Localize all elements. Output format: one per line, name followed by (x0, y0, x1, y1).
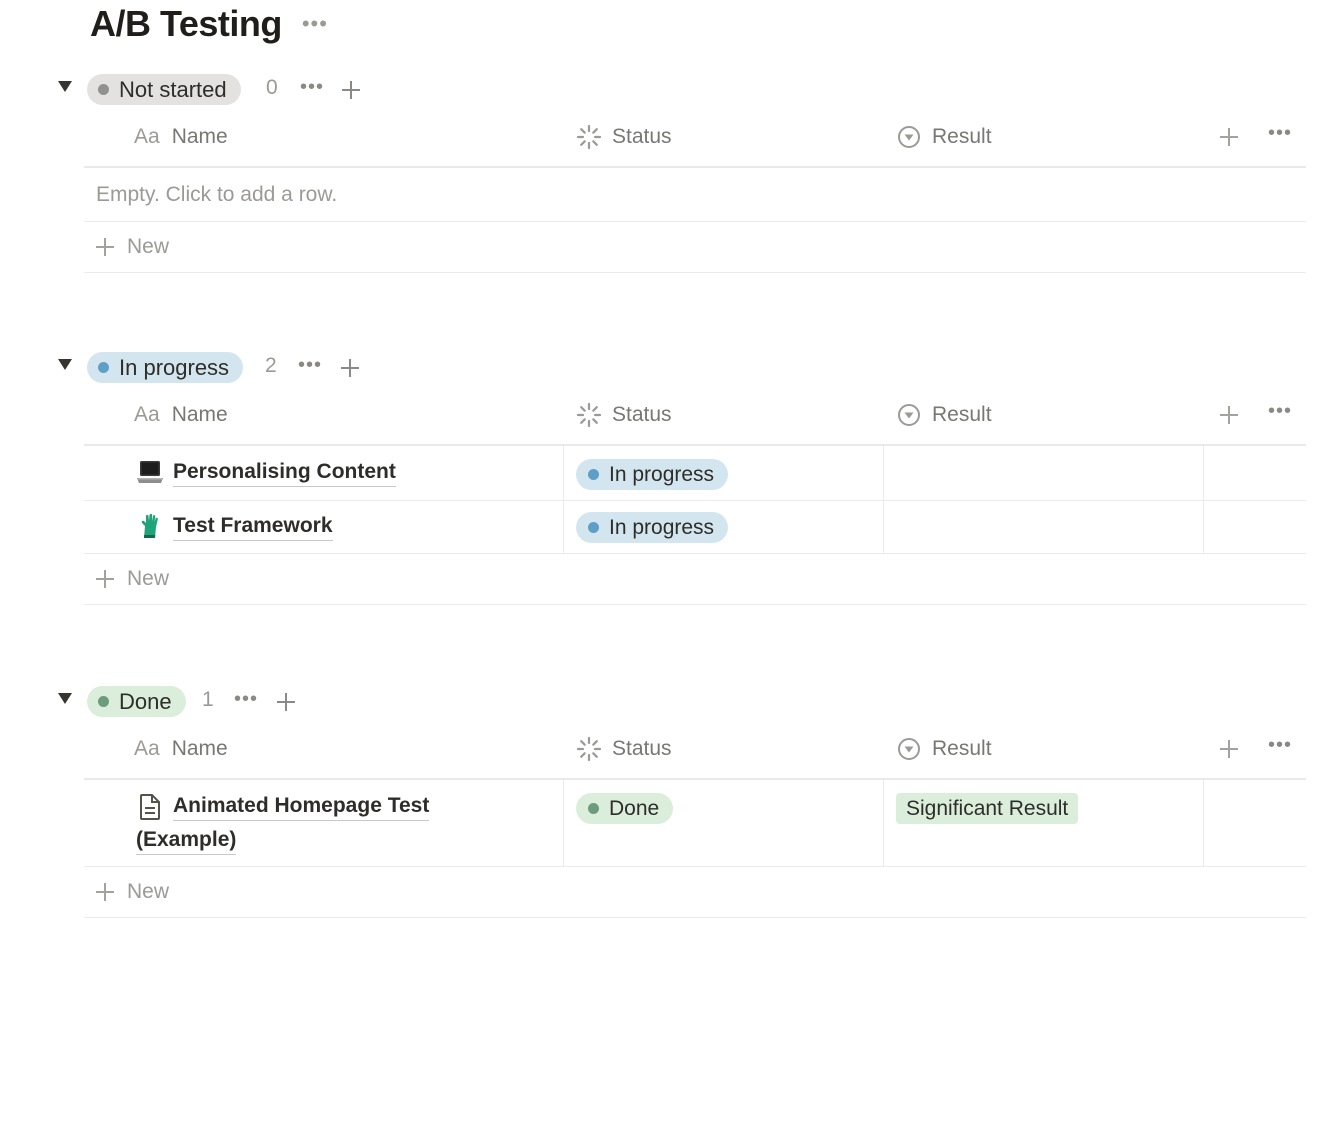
status-label: Done (609, 796, 660, 820)
add-property-icon[interactable] (1220, 406, 1238, 424)
row-name-line1[interactable]: Animated Homepage Test (173, 792, 430, 821)
column-label: Name (171, 737, 228, 760)
group-add-icon[interactable] (277, 693, 295, 711)
column-label: Result (932, 737, 992, 760)
column-header-status[interactable]: Status (576, 386, 672, 444)
group-more-icon[interactable]: ••• (300, 76, 324, 99)
text-type-icon: Aa (134, 737, 160, 760)
row-name-cell: Personalising Content (136, 458, 556, 487)
group-header: Done 1 ••• (0, 684, 600, 718)
table-header: Aa Name Status Result ••• (84, 386, 1306, 446)
column-header-name[interactable]: Aa Name (134, 720, 228, 778)
title-row: A/B Testing ••• (90, 2, 328, 46)
group-more-icon[interactable]: ••• (298, 354, 322, 377)
plus-icon (96, 883, 114, 901)
row-name[interactable]: Personalising Content (173, 458, 396, 487)
text-type-icon: Aa (134, 125, 160, 148)
column-header-result[interactable]: Result (896, 108, 992, 166)
group-label: Done (119, 688, 172, 714)
row-status-pill[interactable]: Done (576, 793, 674, 824)
status-dot (98, 362, 109, 373)
row-name-cell: Animated Homepage Test (Example) (136, 792, 556, 855)
column-header-name[interactable]: Aa Name (134, 386, 228, 444)
column-label: Status (612, 125, 672, 148)
column-label: Name (171, 125, 228, 148)
collapse-caret-icon[interactable] (58, 693, 72, 704)
row-name-line2[interactable]: (Example) (136, 826, 237, 855)
column-label: Result (932, 125, 992, 148)
row-status-pill[interactable]: In progress (576, 459, 729, 490)
plus-icon (96, 570, 114, 588)
add-property-icon[interactable] (1220, 128, 1238, 146)
table-header: Aa Name Status Result ••• (84, 108, 1306, 168)
group-count: 0 (266, 76, 278, 99)
group-header: Not started 0 ••• (0, 72, 600, 106)
status-dot (98, 84, 109, 95)
status-spinner-icon (576, 124, 602, 150)
glove-icon (136, 512, 164, 540)
status-dot (588, 522, 599, 533)
plus-icon (96, 238, 114, 256)
new-row-button[interactable]: New (84, 867, 1306, 918)
select-type-icon (896, 402, 922, 428)
table-row[interactable]: Test Framework In progress (84, 501, 1306, 554)
status-label: In progress (609, 462, 715, 486)
column-label: Status (612, 403, 672, 426)
column-label: Status (612, 737, 672, 760)
page-title: A/B Testing (90, 3, 282, 44)
text-type-icon: Aa (134, 403, 160, 426)
table-more-icon[interactable]: ••• (1268, 400, 1292, 423)
table-row[interactable]: Animated Homepage Test (Example) Done Si… (84, 780, 1306, 867)
group-table: Aa Name Status Result ••• (84, 720, 1306, 918)
column-label: Name (171, 403, 228, 426)
group-add-icon[interactable] (341, 359, 359, 377)
group-header: In progress 2 ••• (0, 350, 600, 384)
new-label: New (127, 880, 170, 903)
status-dot (588, 803, 599, 814)
column-header-result[interactable]: Result (896, 720, 992, 778)
select-type-icon (896, 736, 922, 762)
new-label: New (127, 235, 170, 258)
table-more-icon[interactable]: ••• (1268, 734, 1292, 757)
status-spinner-icon (576, 402, 602, 428)
group-label-pill[interactable]: Done (87, 686, 186, 717)
select-type-icon (896, 124, 922, 150)
row-name-cell: Test Framework (136, 512, 556, 541)
table-more-icon[interactable]: ••• (1268, 122, 1292, 145)
group-count: 2 (265, 354, 277, 377)
status-label: In progress (609, 515, 715, 539)
status-dot (98, 696, 109, 707)
column-header-status[interactable]: Status (576, 720, 672, 778)
column-header-status[interactable]: Status (576, 108, 672, 166)
table-header: Aa Name Status Result ••• (84, 720, 1306, 780)
new-row-button[interactable]: New (84, 222, 1306, 273)
group-table: Aa Name Status Result ••• Empty. Click t… (84, 108, 1306, 273)
column-header-result[interactable]: Result (896, 386, 992, 444)
laptop-icon (136, 458, 164, 486)
group-label-pill[interactable]: Not started (87, 74, 241, 105)
page-icon (136, 793, 164, 821)
group-label-pill[interactable]: In progress (87, 352, 244, 383)
empty-placeholder[interactable]: Empty. Click to add a row. (84, 168, 1306, 222)
group-more-icon[interactable]: ••• (234, 688, 258, 711)
page-more-icon[interactable]: ••• (302, 13, 328, 35)
group-add-icon[interactable] (342, 81, 360, 99)
row-status-pill[interactable]: In progress (576, 512, 729, 543)
status-spinner-icon (576, 736, 602, 762)
group-count: 1 (202, 688, 214, 711)
new-label: New (127, 567, 170, 590)
row-result-tag[interactable]: Significant Result (896, 793, 1079, 824)
group-label: Not started (119, 76, 227, 102)
new-row-button[interactable]: New (84, 554, 1306, 605)
group-table: Aa Name Status Result ••• (84, 386, 1306, 605)
collapse-caret-icon[interactable] (58, 359, 72, 370)
row-name[interactable]: Test Framework (173, 512, 333, 541)
status-dot (588, 469, 599, 480)
group-label: In progress (119, 354, 230, 380)
table-row[interactable]: Personalising Content In progress (84, 446, 1306, 501)
collapse-caret-icon[interactable] (58, 81, 72, 92)
column-header-name[interactable]: Aa Name (134, 108, 228, 166)
column-label: Result (932, 403, 992, 426)
add-property-icon[interactable] (1220, 740, 1238, 758)
